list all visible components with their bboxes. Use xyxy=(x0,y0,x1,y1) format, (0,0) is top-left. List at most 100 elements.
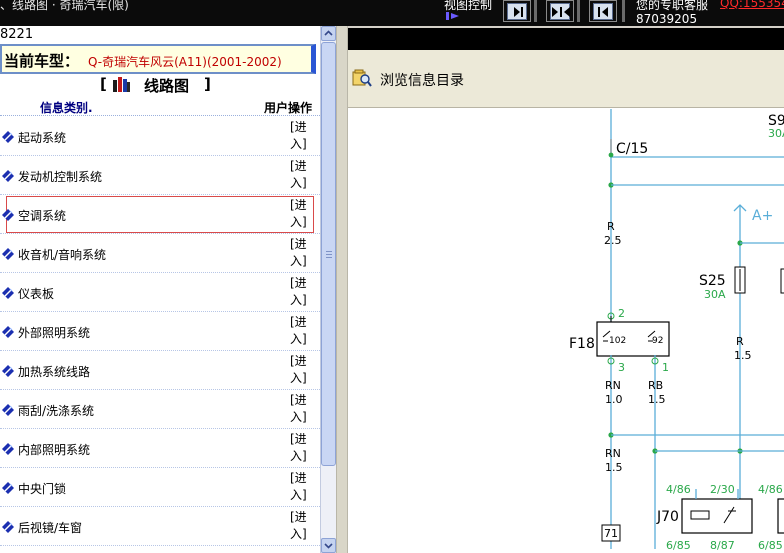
category-name[interactable]: 外部照明系统 xyxy=(18,324,90,341)
scroll-up-button[interactable] xyxy=(321,26,336,41)
category-name[interactable]: 内部照明系统 xyxy=(18,441,90,458)
category-name[interactable]: 起动系统 xyxy=(18,129,66,146)
enter-link[interactable]: [进入] xyxy=(290,275,314,309)
dg-s25-amp: 30A xyxy=(704,288,726,301)
category-row[interactable]: 发动机控制系统 [进入] xyxy=(0,156,320,195)
dg-rn2-size: 1.5 xyxy=(605,461,623,474)
diagram-header-bar xyxy=(348,26,784,50)
dg-f18-c2: 92 xyxy=(652,336,663,346)
dg-j70-pin-tr2: 4/86 xyxy=(758,483,783,496)
dg-j70: J70 xyxy=(656,509,679,525)
dg-rn2: RN xyxy=(605,447,621,460)
phone-number: 87039205 xyxy=(636,12,698,26)
fit-width-button[interactable] xyxy=(546,0,574,22)
diagram-toolbar: 浏览信息目录 xyxy=(348,50,784,108)
dg-j70-pin-br2: 6/85 xyxy=(758,539,783,552)
pencil-icon xyxy=(2,287,14,299)
pencil-icon xyxy=(2,521,14,533)
pencil-icon xyxy=(2,482,14,494)
dg-j70-pin-tl: 4/86 xyxy=(666,483,691,496)
category-row[interactable]: 外部照明系统 [进入] xyxy=(0,312,320,351)
wiring-diagram: S9 30A C/15 R 2.5 A+ S25 30A R 1.5 F18 2… xyxy=(348,109,784,553)
dg-r2-size: 1.5 xyxy=(734,349,752,362)
browse-directory-icon[interactable] xyxy=(352,68,372,88)
category-row[interactable]: 起动系统 [进入] xyxy=(0,117,320,156)
category-row[interactable]: 内部照明系统 [进入] xyxy=(0,429,320,468)
enter-link[interactable]: [进入] xyxy=(290,431,314,465)
enter-link[interactable]: [进入] xyxy=(290,158,314,192)
category-row[interactable]: 空调系统 [进入] xyxy=(0,195,320,234)
category-row[interactable]: 中央门锁 [进入] xyxy=(0,468,320,507)
category-name[interactable]: 仪表板 xyxy=(18,285,54,302)
pencil-icon xyxy=(2,209,14,221)
dg-box71: 71 xyxy=(604,527,618,540)
category-name[interactable]: 中央门锁 xyxy=(18,480,66,497)
dg-f18: F18 xyxy=(569,336,595,352)
pencil-icon xyxy=(2,170,14,182)
category-name[interactable]: 雨刮/洗涤系统 xyxy=(18,402,94,419)
dg-rn1: RN xyxy=(605,379,621,392)
dg-j70-pin-bl: 6/85 xyxy=(666,539,691,552)
view-control-indicator-icon xyxy=(446,12,459,20)
dg-rb: RB xyxy=(648,379,663,392)
qq-contact-link[interactable]: QQ:155354 xyxy=(720,0,784,10)
next-page-button[interactable] xyxy=(503,0,531,22)
section-bracket-right: ] xyxy=(204,75,211,93)
scroll-down-button[interactable] xyxy=(321,538,336,553)
arrow-left-bar-icon xyxy=(598,7,608,17)
column-category: 信息类别. xyxy=(40,101,93,115)
category-row[interactable]: 后视镜/车窗 [进入] xyxy=(0,507,320,546)
dg-f18-pin-bl: 3 xyxy=(618,361,625,374)
diagram-panel: 浏览信息目录 S9 30 C/15 R 2.5 A+ S25 30A R 1.5… xyxy=(348,26,784,553)
dg-f18-pin-br: 1 xyxy=(662,361,669,374)
scroll-thumb[interactable] xyxy=(321,42,336,466)
enter-link[interactable]: [进入] xyxy=(290,392,314,426)
window-title-fragment: 、线路图 · 奇瑞汽车(限) xyxy=(0,0,129,12)
books-icon xyxy=(113,77,130,92)
previous-page-button[interactable] xyxy=(589,0,617,22)
dg-r1-size: 2.5 xyxy=(604,234,622,247)
category-name[interactable]: 后视镜/车窗 xyxy=(18,519,82,536)
pencil-icon xyxy=(2,248,14,260)
dg-s9-amp: 30A xyxy=(768,127,784,140)
arrows-inward-icon xyxy=(552,7,570,17)
dg-r1: R xyxy=(607,220,615,233)
enter-link[interactable]: [进入] xyxy=(290,119,314,153)
pencil-icon xyxy=(2,404,14,416)
section-bracket-left: [ xyxy=(100,75,107,93)
enter-link[interactable]: [进入] xyxy=(290,197,314,231)
category-name[interactable]: 收音机/音响系统 xyxy=(18,246,106,263)
dg-c15: C/15 xyxy=(616,141,648,157)
category-row[interactable]: 雨刮/洗涤系统 [进入] xyxy=(0,390,320,429)
category-row[interactable]: 收音机/音响系统 [进入] xyxy=(0,234,320,273)
arrow-right-bar-icon xyxy=(514,7,523,17)
current-model-label: 当前车型： xyxy=(4,52,80,70)
dg-s25: S25 xyxy=(699,273,726,289)
enter-link[interactable]: [进入] xyxy=(290,314,314,348)
enter-link[interactable]: [进入] xyxy=(290,353,314,387)
pane-splitter[interactable] xyxy=(336,26,348,553)
pencil-icon xyxy=(2,326,14,338)
current-model-box: 当前车型： Q-奇瑞汽车风云(A11)(2001-2002) xyxy=(0,44,316,74)
category-row[interactable]: 仪表板 [进入] xyxy=(0,273,320,312)
chevron-down-icon xyxy=(324,543,333,549)
category-scrollbar[interactable] xyxy=(320,26,336,553)
model-code: 8221 xyxy=(0,26,320,43)
column-action: 用户操作 xyxy=(264,101,313,115)
browse-directory-link[interactable]: 浏览信息目录 xyxy=(380,70,464,90)
top-toolbar: 、线路图 · 奇瑞汽车(限) 视图控制 您的专职客服 QQ:155354 870… xyxy=(0,0,784,26)
enter-link[interactable]: [进入] xyxy=(290,236,314,270)
category-name[interactable]: 空调系统 xyxy=(18,207,66,224)
dg-f18-c1: 102 xyxy=(609,336,626,346)
category-list: 起动系统 [进入] 发动机控制系统 [进入] 空调系统 [进入] 收音机/音响系统 [进入] 仪… xyxy=(0,117,320,546)
dg-j70-pin-tr: 2/30 xyxy=(710,483,735,496)
category-row[interactable]: 加热系统线路 [进入] xyxy=(0,351,320,390)
category-name[interactable]: 加热系统线路 xyxy=(18,363,90,380)
enter-link[interactable]: [进入] xyxy=(290,509,314,543)
pencil-icon xyxy=(2,131,14,143)
dg-f18-pin-top: 2 xyxy=(618,307,625,320)
dg-rn1-size: 1.0 xyxy=(605,393,623,406)
enter-link[interactable]: [进入] xyxy=(290,470,314,504)
chevron-up-icon xyxy=(324,30,333,36)
category-name[interactable]: 发动机控制系统 xyxy=(18,168,102,185)
